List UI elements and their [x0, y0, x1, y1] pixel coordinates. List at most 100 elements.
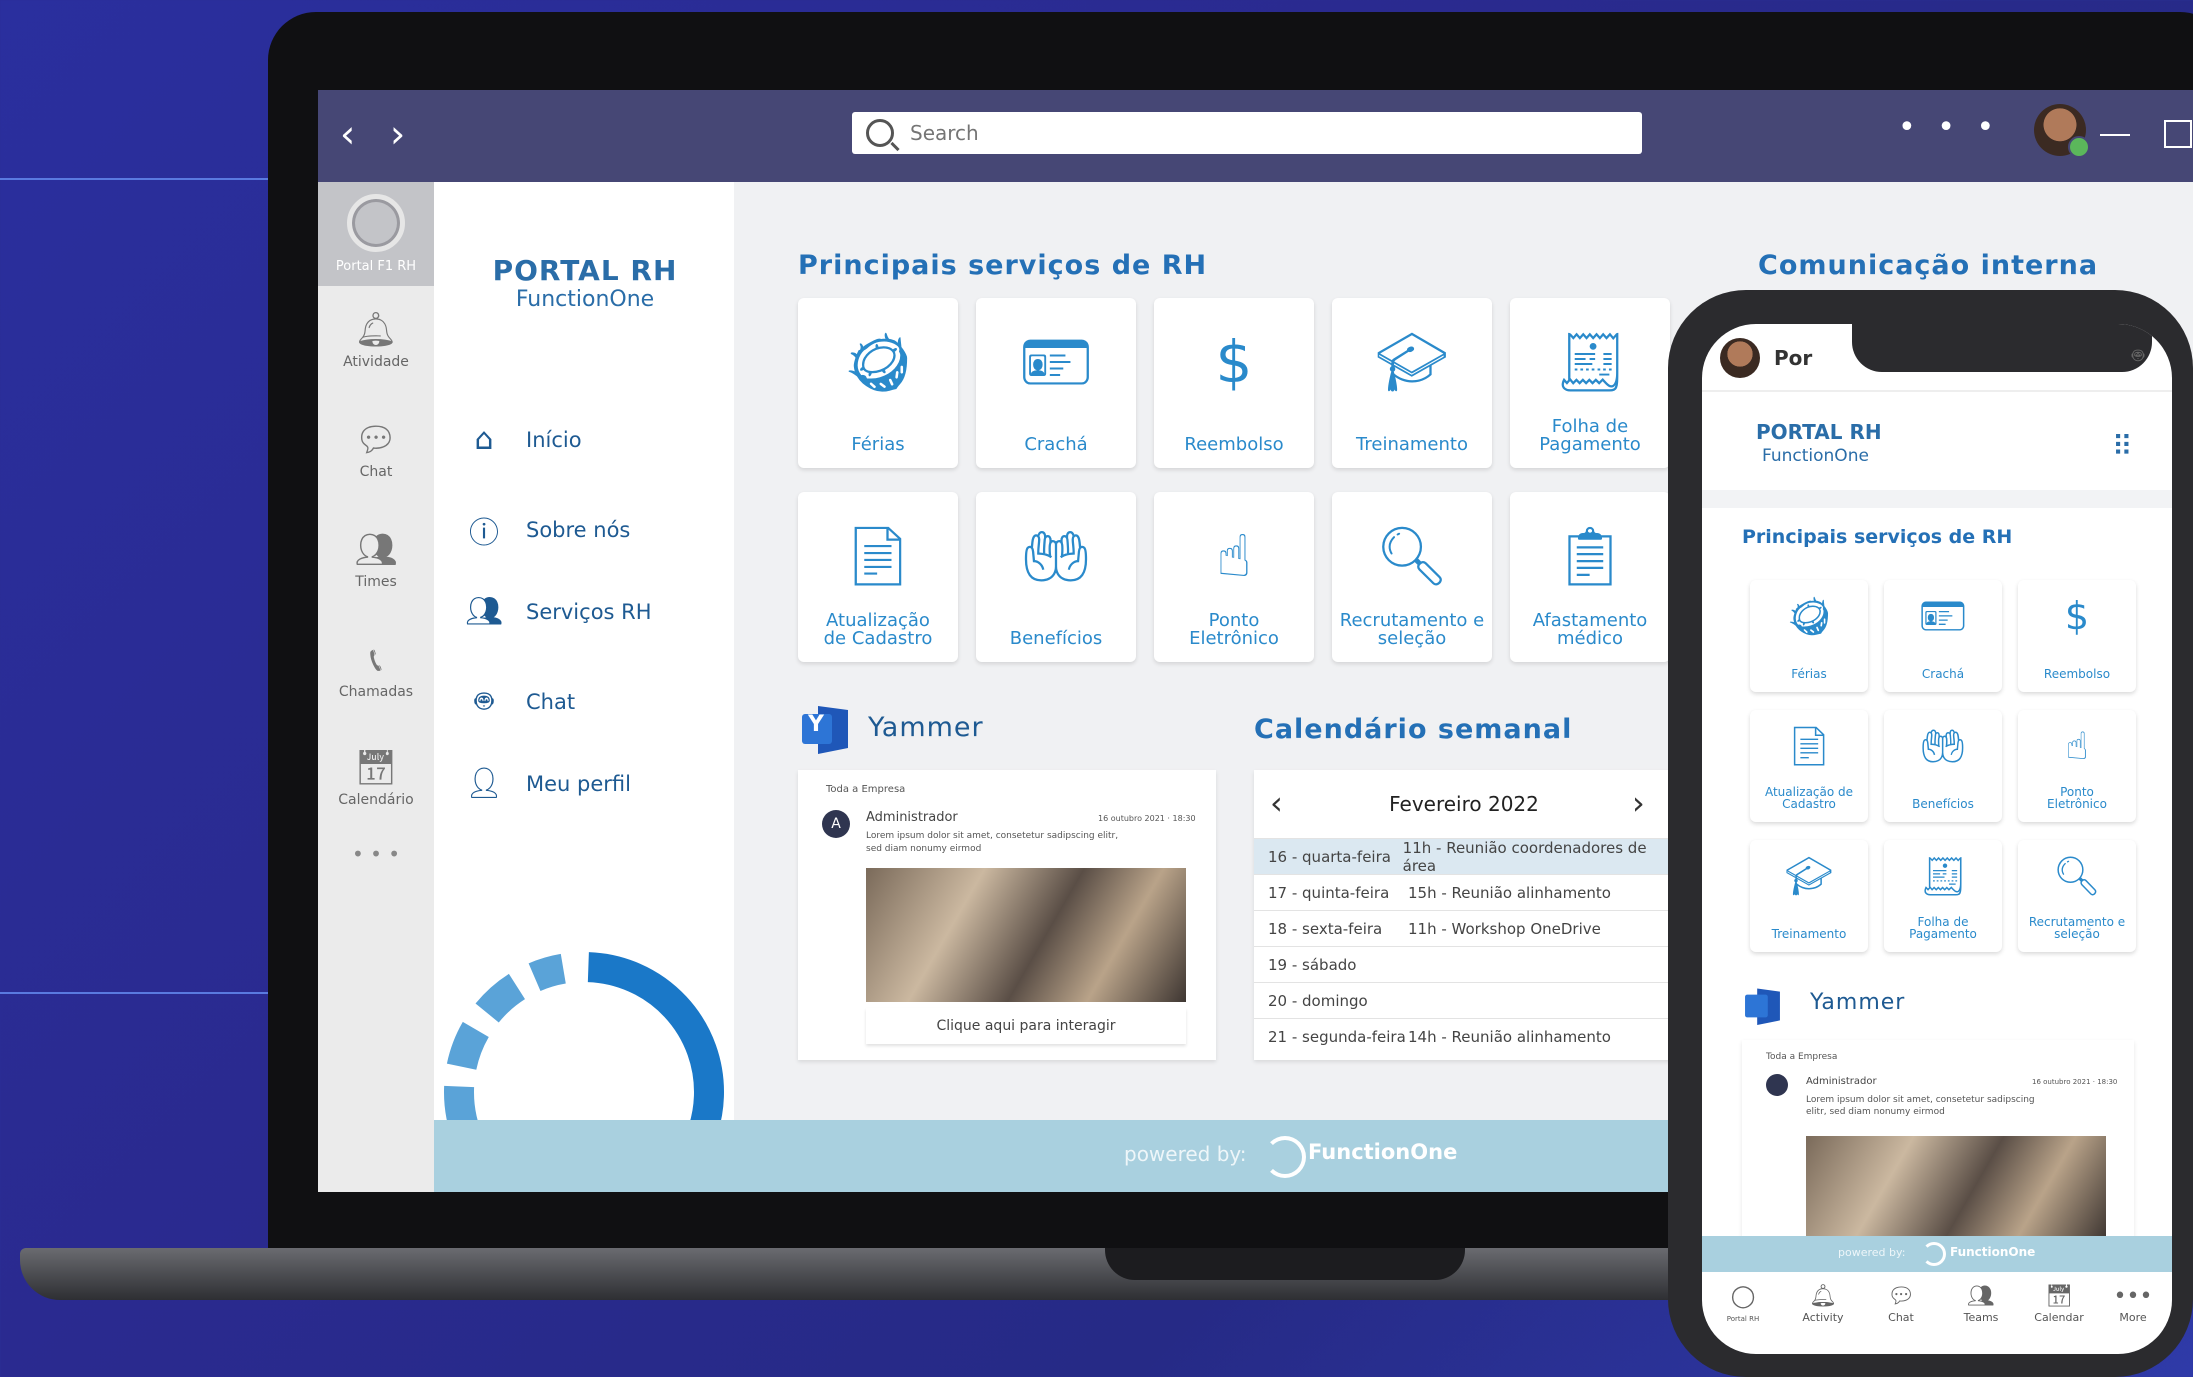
rail-item-chat[interactable]: 💬︎ Chat	[318, 420, 434, 480]
service-card-reembolso[interactable]: $ Reembolso	[1154, 298, 1314, 468]
calendar-row[interactable]: 19 - sábado	[1254, 946, 1674, 983]
rail-item-label: Times	[355, 574, 397, 590]
calendar-icon: 📅︎	[354, 748, 398, 788]
phone-tab-label: More	[2119, 1311, 2147, 1324]
phone-card-label: Folha de Pagamento	[1909, 915, 1977, 941]
phone-card-atualizacao[interactable]: 📄︎ Atualização de Cadastro	[1750, 710, 1868, 822]
forward-arrow-icon[interactable]: ›	[390, 110, 405, 158]
phone-yammer-logo-icon	[1745, 988, 1780, 1025]
phone-tab-more[interactable]: ••• More	[2094, 1284, 2172, 1324]
service-card-recrutamento[interactable]: 🔍︎ Recrutamento e seleção	[1332, 492, 1492, 662]
menu-item-chat[interactable]: 🤖︎ Chat	[464, 680, 575, 723]
graduation-certificate-icon: 🎓︎	[1784, 854, 1834, 898]
service-card-ferias[interactable]: 🥥︎ Férias	[798, 298, 958, 468]
service-card-ponto[interactable]: ☝︎ Ponto Eletrônico	[1154, 492, 1314, 662]
yammer-title: Yammer	[868, 712, 984, 743]
brand-subtitle: FunctionOne	[515, 287, 655, 312]
search-input[interactable]	[908, 120, 1512, 146]
brand-title: PORTAL RH	[492, 254, 678, 287]
hand-benefits-icon: 🤲︎	[1918, 724, 1968, 768]
phone-card-label: Ponto Eletrônico	[2047, 785, 2107, 811]
rail-more-icon[interactable]: • • •	[318, 842, 434, 866]
user-avatar[interactable]	[2034, 104, 2090, 158]
more-options-icon[interactable]: • • •	[1898, 110, 2000, 145]
calendar-next-icon[interactable]: ›	[1632, 784, 1645, 822]
portal-brand: PORTAL RH FunctionOne	[470, 254, 700, 312]
phone-card-treinamento[interactable]: 🎓︎ Treinamento	[1750, 840, 1868, 952]
search-person-icon: 🔍︎	[2052, 854, 2102, 898]
dollar-coin-icon: $	[2064, 594, 2090, 638]
yammer-cta-button[interactable]: Clique aqui para interagir	[866, 1008, 1186, 1044]
phone-card-beneficios[interactable]: 🤲︎ Benefícios	[1884, 710, 2002, 822]
bot-icon: 🤖︎	[475, 684, 493, 719]
phone-user-avatar[interactable]	[1720, 338, 1760, 378]
phone-card-cracha[interactable]: 🪪︎ Crachá	[1884, 580, 2002, 692]
fingerprint-touch-icon: ☝︎	[2065, 724, 2089, 768]
rail-item-teams[interactable]: 👥︎ Times	[318, 530, 434, 590]
calendar-event: 11h - Reunião coordenadores de área	[1402, 839, 1647, 875]
rail-item-portal[interactable]: Portal F1 RH	[318, 182, 434, 286]
phone-card-recrutamento[interactable]: 🔍︎ Recrutamento e seleção	[2018, 840, 2136, 952]
calendar-row[interactable]: 20 - domingo	[1254, 982, 1674, 1019]
powered-by-label: powered by:	[1124, 1142, 1247, 1166]
phone-tab-activity[interactable]: 🔔︎ Activity	[1784, 1284, 1862, 1324]
phone-tab-portal[interactable]: ◯ Portal RH	[1704, 1284, 1782, 1324]
search-bar[interactable]	[852, 112, 1642, 154]
rail-item-calls[interactable]: 📞︎ Chamadas	[318, 640, 434, 700]
calendar-row[interactable]: 16 - quarta-feira 11h - Reunião coordenad…	[1254, 838, 1674, 875]
id-badge-icon: 🪪︎	[1019, 328, 1093, 396]
functionone-logo-icon	[1264, 1136, 1306, 1178]
menu-item-servicos[interactable]: 👥︎ Serviços RH	[464, 594, 652, 629]
maximize-icon[interactable]	[2164, 120, 2192, 148]
service-card-cracha[interactable]: 🪪︎ Crachá	[976, 298, 1136, 468]
service-card-folha[interactable]: 🧾︎ Folha de Pagamento	[1510, 298, 1670, 468]
rail-item-label: Calendário	[338, 792, 414, 808]
coconut-drink-icon: 🥥︎	[841, 328, 915, 396]
medical-clipboard-icon: 📋︎	[1553, 522, 1627, 590]
phone-card-ferias[interactable]: 🥥︎ Férias	[1750, 580, 1868, 692]
calendar-row[interactable]: 21 - segunda-feira 14h - Reunião alinhame…	[1254, 1018, 1674, 1055]
phone-card-folha[interactable]: 🧾︎ Folha de Pagamento	[1884, 840, 2002, 952]
menu-item-sobre[interactable]: ⓘ Sobre nós	[464, 508, 630, 552]
back-arrow-icon[interactable]: ‹	[340, 110, 355, 158]
rail-item-label: Atividade	[343, 354, 409, 370]
phone-tab-calendar[interactable]: 📅︎ Calendar	[2020, 1284, 2098, 1324]
yammer-feed-card[interactable]: Toda a Empresa A Administrador 16 outubr…	[798, 770, 1216, 1060]
more-horizontal-icon: •••	[2113, 1284, 2153, 1309]
phone-card-ponto[interactable]: ☝︎ Ponto Eletrônico	[2018, 710, 2136, 822]
document-info-icon: 📄︎	[841, 522, 915, 590]
phone-tab-teams[interactable]: 👥︎ Teams	[1942, 1284, 2020, 1324]
minimize-icon[interactable]	[2100, 134, 2130, 136]
title-bar: ‹ › • • •	[318, 90, 2193, 182]
service-card-afastamento[interactable]: 📋︎ Afastamento médico	[1510, 492, 1670, 662]
phone-footer-brand: FunctionOne	[1950, 1245, 2036, 1259]
rail-item-calendar[interactable]: 📅︎ Calendário	[318, 748, 434, 808]
phone-menu-grid-icon[interactable]: ⠿	[2112, 430, 2132, 463]
phone-yammer-group: Toda a Empresa	[1766, 1052, 1838, 1062]
calendar-title: Calendário semanal	[1254, 714, 1573, 745]
menu-item-perfil[interactable]: 👤︎ Meu perfil	[464, 766, 631, 801]
service-card-label: Atualização de Cadastro	[823, 610, 933, 649]
phone-tab-chat[interactable]: 💬︎ Chat	[1862, 1284, 1940, 1324]
service-card-treinamento[interactable]: 🎓︎ Treinamento	[1332, 298, 1492, 468]
phone-card-label: Férias	[1791, 667, 1827, 681]
menu-item-inicio[interactable]: ⌂ Início	[464, 422, 581, 457]
service-card-label: Folha de Pagamento	[1539, 416, 1641, 455]
phone-card-reembolso[interactable]: $ Reembolso	[2018, 580, 2136, 692]
rail-item-label: Portal F1 RH	[335, 259, 417, 274]
phone-yammer-card[interactable]: Toda a Empresa Administrador 16 outubro …	[1742, 1040, 2134, 1240]
rail-item-activity[interactable]: 🔔︎ Atividade	[318, 310, 434, 370]
phone-bot-icon[interactable]: 🤖︎	[2132, 342, 2144, 370]
chat-bubble-icon: 💬︎	[354, 420, 398, 460]
calendar-row[interactable]: 17 - quinta-feira 15h - Reunião alinhamen…	[1254, 874, 1674, 911]
graduation-certificate-icon: 🎓︎	[1375, 328, 1449, 396]
phone-yammer-title: Yammer	[1810, 990, 1906, 1015]
service-card-atualizacao[interactable]: 📄︎ Atualização de Cadastro	[798, 492, 958, 662]
calendar-row[interactable]: 18 - sexta-feira 11h - Workshop OneDrive	[1254, 910, 1674, 947]
calendar-event: 15h - Reunião alinhamento	[1408, 884, 1611, 902]
phone-tab-label: Activity	[1802, 1311, 1844, 1324]
service-card-beneficios[interactable]: 🤲︎ Benefícios	[976, 492, 1136, 662]
phone-functionone-logo-icon	[1922, 1242, 1946, 1266]
coconut-drink-icon: 🥥︎	[1784, 594, 1834, 638]
yammer-group-name: Toda a Empresa	[826, 784, 906, 795]
